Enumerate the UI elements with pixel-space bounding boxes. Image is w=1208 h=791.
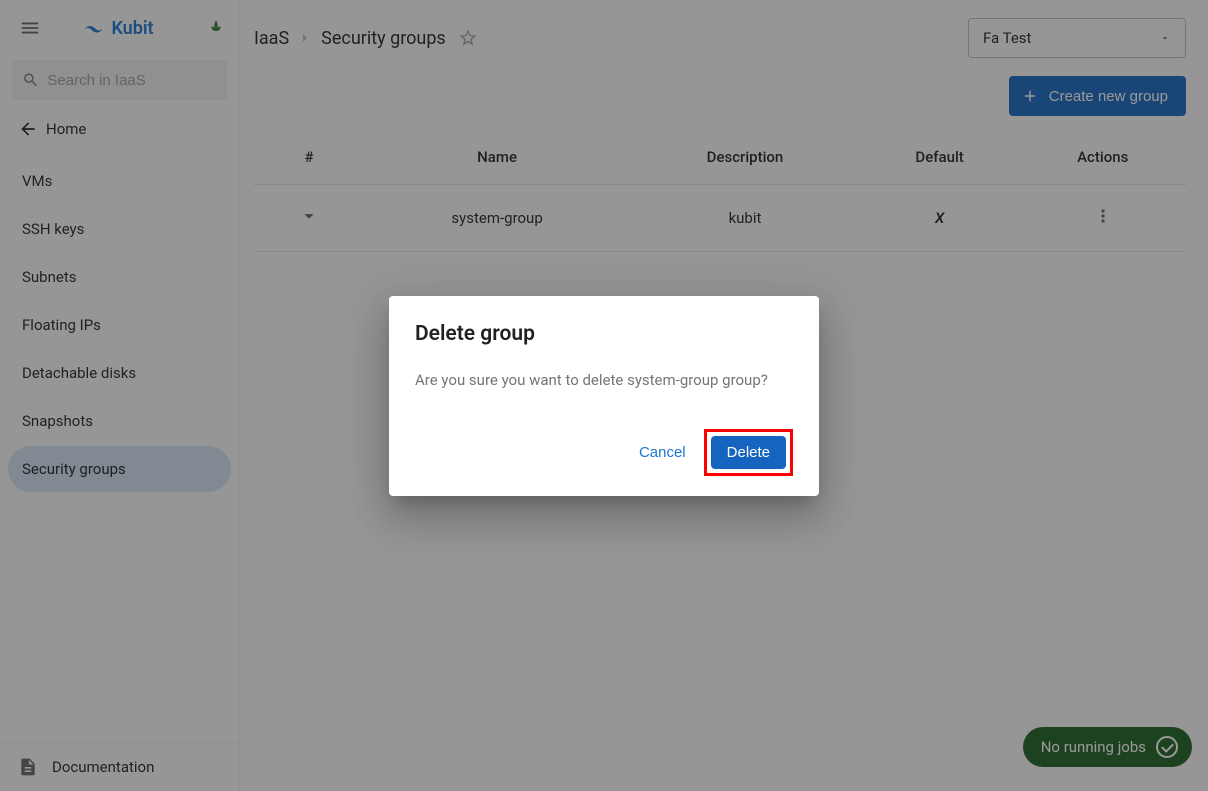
delete-button-highlight: Delete bbox=[704, 429, 793, 476]
dialog-body: Are you sure you want to delete system-g… bbox=[415, 370, 793, 391]
cancel-button[interactable]: Cancel bbox=[629, 436, 696, 469]
modal-scrim[interactable]: Delete group Are you sure you want to de… bbox=[0, 0, 1208, 791]
delete-dialog: Delete group Are you sure you want to de… bbox=[389, 296, 819, 496]
dialog-title: Delete group bbox=[415, 322, 793, 346]
dialog-actions: Cancel Delete bbox=[415, 429, 793, 476]
delete-button[interactable]: Delete bbox=[711, 436, 786, 469]
app-root: Kubit Home VMs SSH keys Subnets Floating… bbox=[0, 0, 1208, 791]
